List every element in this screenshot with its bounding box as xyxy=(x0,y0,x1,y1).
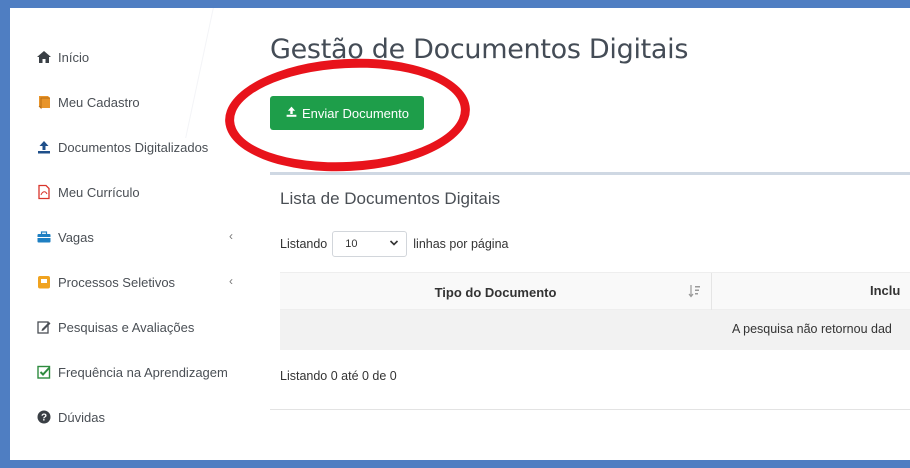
sidebar-decoration xyxy=(156,8,214,138)
upload-icon xyxy=(285,105,298,121)
send-document-button[interactable]: Enviar Documento xyxy=(270,96,424,130)
sidebar-item-label: Início xyxy=(58,49,90,65)
table-info: Listando 0 até 0 de 0 xyxy=(280,369,397,383)
send-document-label: Enviar Documento xyxy=(302,105,409,121)
sidebar-item-duvidas[interactable]: ? Dúvidas xyxy=(36,405,105,429)
table-row: A pesquisa não retornou dad xyxy=(280,310,910,350)
card-divider xyxy=(270,409,910,410)
card-title: Lista de Documentos Digitais xyxy=(280,189,501,208)
clipboard-icon xyxy=(36,274,52,290)
sidebar-item-meu-cadastro[interactable]: Meu Cadastro xyxy=(36,90,140,114)
chevron-down-icon xyxy=(389,238,399,251)
main-content: Gestão de Documentos Digitais Enviar Doc… xyxy=(222,8,910,460)
sidebar-item-label: Meu Cadastro xyxy=(58,94,140,110)
sidebar-item-documentos-digitalizados[interactable]: Documentos Digitalizados xyxy=(36,135,208,159)
pdf-file-icon xyxy=(36,184,52,200)
sidebar-item-label: Meu Currículo xyxy=(58,184,140,200)
column-header-tipo[interactable]: Tipo do Documento xyxy=(280,273,712,311)
sort-descending-icon[interactable] xyxy=(688,284,701,301)
length-suffix: linhas por página xyxy=(413,237,509,251)
check-square-icon xyxy=(36,364,52,380)
table-header: Tipo do Documento Inclu xyxy=(280,272,910,311)
page-title: Gestão de Documentos Digitais xyxy=(270,34,689,65)
chevron-left-icon[interactable]: ‹ xyxy=(229,274,233,288)
sidebar-item-vagas[interactable]: Vagas ‹ xyxy=(36,225,233,249)
sidebar-item-label: Pesquisas e Avaliações xyxy=(58,319,195,335)
page-length-control: Listando 10 linhas por página xyxy=(280,231,508,257)
upload-icon xyxy=(36,139,52,155)
sidebar-item-meu-curriculo[interactable]: Meu Currículo xyxy=(36,180,140,204)
question-circle-icon: ? xyxy=(36,409,52,425)
edit-icon xyxy=(36,319,52,335)
empty-table-message: A pesquisa não retornou dad xyxy=(732,322,892,336)
app-window: Início Meu Cadastro Documentos Digitaliz… xyxy=(10,8,910,460)
length-prefix: Listando xyxy=(280,237,328,251)
column-header-inclusao[interactable]: Inclu xyxy=(870,283,900,298)
sidebar: Início Meu Cadastro Documentos Digitaliz… xyxy=(10,8,250,460)
chevron-left-icon[interactable]: ‹ xyxy=(229,229,233,243)
home-icon xyxy=(36,49,52,65)
sidebar-item-label: Documentos Digitalizados xyxy=(58,139,209,155)
sidebar-item-pesquisas-avaliacoes[interactable]: Pesquisas e Avaliações xyxy=(36,315,194,339)
page-length-select[interactable]: 10 xyxy=(332,231,408,257)
book-icon xyxy=(36,94,52,110)
documents-card: Lista de Documentos Digitais Listando 10… xyxy=(270,172,910,410)
documents-table: Tipo do Documento Inclu A pesquisa não r… xyxy=(280,272,910,350)
sidebar-item-label: Processos Seletivos xyxy=(58,274,176,290)
column-header-label: Tipo do Documento xyxy=(434,284,557,300)
svg-text:?: ? xyxy=(41,413,47,424)
sidebar-item-processos-seletivos[interactable]: Processos Seletivos ‹ xyxy=(36,270,233,294)
page-length-value: 10 xyxy=(345,238,358,250)
briefcase-icon xyxy=(36,229,52,245)
sidebar-item-label: Frequência na Aprendizagem xyxy=(58,364,228,380)
sidebar-item-inicio[interactable]: Início xyxy=(36,45,89,69)
sidebar-item-frequencia-aprendizagem[interactable]: Frequência na Aprendizagem xyxy=(36,360,228,384)
sidebar-item-label: Dúvidas xyxy=(58,409,105,425)
sidebar-item-label: Vagas xyxy=(58,229,94,245)
